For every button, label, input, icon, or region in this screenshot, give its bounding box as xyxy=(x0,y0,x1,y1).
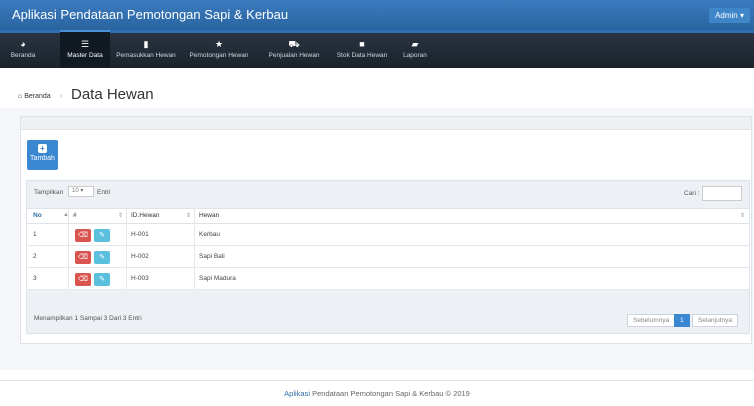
page-title: Data Hewan xyxy=(71,86,154,103)
column-header-id-hewan[interactable]: ID.Hewan xyxy=(131,212,160,219)
edit-button[interactable]: ✎ xyxy=(94,251,110,264)
nav-item-label: Penjualan Hewan xyxy=(268,52,320,59)
entries-label: Entri xyxy=(97,189,111,196)
nav-item-pemasukkan-hewan[interactable]: ▮ Pemasukkan Hewan xyxy=(114,33,178,68)
breadcrumb-separator: › xyxy=(60,93,63,100)
user-menu-button[interactable]: Admin ▾ xyxy=(709,8,750,23)
table-info: Menampilkan 1 Sampai 3 Dari 3 Entri xyxy=(34,315,142,322)
cell-id-hewan: H-001 xyxy=(131,231,149,238)
cell-hewan: Sapi Bali xyxy=(199,253,225,260)
cell-no: 1 xyxy=(33,231,37,238)
add-button-label: Tambah xyxy=(30,155,55,162)
pagination-page-button[interactable]: 1 xyxy=(674,314,690,327)
footer-brand: Aplikasi xyxy=(284,389,311,398)
folder-icon: ■ xyxy=(359,39,365,49)
file-icon: ▮ xyxy=(143,39,149,49)
edit-button[interactable]: ✎ xyxy=(94,273,110,286)
delete-button[interactable]: ⌫ xyxy=(75,251,91,264)
trash-icon: ⌫ xyxy=(78,232,88,239)
footer: Aplikasi Pendataan Pemotongan Sapi & Ker… xyxy=(0,389,754,398)
dashboard-icon: ◕ xyxy=(20,39,26,49)
add-button[interactable]: + Tambah xyxy=(27,140,58,170)
plus-icon: + xyxy=(38,144,47,153)
cell-no: 3 xyxy=(33,275,37,282)
delete-button[interactable]: ⌫ xyxy=(75,273,91,286)
nav-item-label: Pemasukkan Hewan xyxy=(116,52,176,59)
list-icon: ☰ xyxy=(80,39,90,49)
nav-item-label: Laporan xyxy=(403,52,427,59)
column-header-no[interactable]: No xyxy=(33,212,42,219)
nav-item-label: Pemotongan Hewan xyxy=(189,52,249,59)
nav-item-master-data[interactable]: ☰ Master Data xyxy=(60,30,110,68)
nav-item-laporan[interactable]: ▰ Laporan xyxy=(398,33,432,68)
nav-item-penjualan-hewan[interactable]: ⛟ Penjualan Hewan xyxy=(262,33,326,68)
edit-icon: ✎ xyxy=(99,232,105,239)
sort-icon: ⇕ xyxy=(740,213,746,219)
search-input[interactable] xyxy=(702,186,742,201)
nav-item-label: Master Data xyxy=(67,52,103,59)
nav-item-label: Beranda xyxy=(10,52,36,59)
delete-button[interactable]: ⌫ xyxy=(75,229,91,242)
app-header: Aplikasi Pendataan Pemotongan Sapi & Ker… xyxy=(0,0,754,30)
trash-icon: ⌫ xyxy=(78,276,88,283)
star-icon: ★ xyxy=(214,39,224,49)
pagination-prev-button[interactable]: Sebelumnya xyxy=(627,314,676,327)
footer-divider xyxy=(0,380,754,381)
edit-icon: ✎ xyxy=(99,254,105,261)
entries-show-label: Tampilkan xyxy=(34,189,64,196)
breadcrumb-home-label: Beranda xyxy=(24,93,51,100)
cell-hewan: Kerbau xyxy=(199,231,220,238)
entries-select[interactable]: 10 ▾ xyxy=(68,186,94,197)
breadcrumb-home-link[interactable]: ⌂ Beranda xyxy=(18,93,51,100)
trash-icon: ⌫ xyxy=(78,254,88,261)
main-nav: ◕ Beranda ☰ Master Data ▮ Pemasukkan Hew… xyxy=(0,30,754,68)
nav-item-pemotongan-hewan[interactable]: ★ Pemotongan Hewan xyxy=(184,33,254,68)
column-header-hewan[interactable]: Hewan xyxy=(199,212,219,219)
cell-id-hewan: H-003 xyxy=(131,275,149,282)
pagination-next-button[interactable]: Selanjutnya xyxy=(692,314,738,327)
panel-header xyxy=(20,116,752,130)
search-label: Cari : xyxy=(684,190,700,197)
column-header-action[interactable]: # xyxy=(73,212,77,219)
column-divider xyxy=(126,208,127,290)
nav-item-stok-data-hewan[interactable]: ■ Stok Data Hewan xyxy=(332,33,392,68)
sort-icon: ⇕ xyxy=(186,213,192,219)
sort-icon: ⇕ xyxy=(118,213,124,219)
folder-open-icon: ▰ xyxy=(411,39,419,49)
edit-icon: ✎ xyxy=(99,276,105,283)
footer-text: Pendataan Pemotongan Sapi & Kerbau © 201… xyxy=(310,389,470,398)
app-title: Aplikasi Pendataan Pemotongan Sapi & Ker… xyxy=(12,7,289,22)
cart-icon: ⛟ xyxy=(288,39,300,49)
column-divider xyxy=(68,208,69,290)
column-divider xyxy=(194,208,195,290)
nav-item-beranda[interactable]: ◕ Beranda xyxy=(6,33,40,68)
cell-no: 2 xyxy=(33,253,37,260)
cell-hewan: Sapi Madura xyxy=(199,275,236,282)
nav-item-label: Stok Data Hewan xyxy=(336,52,388,59)
edit-button[interactable]: ✎ xyxy=(94,229,110,242)
cell-id-hewan: H-002 xyxy=(131,253,149,260)
